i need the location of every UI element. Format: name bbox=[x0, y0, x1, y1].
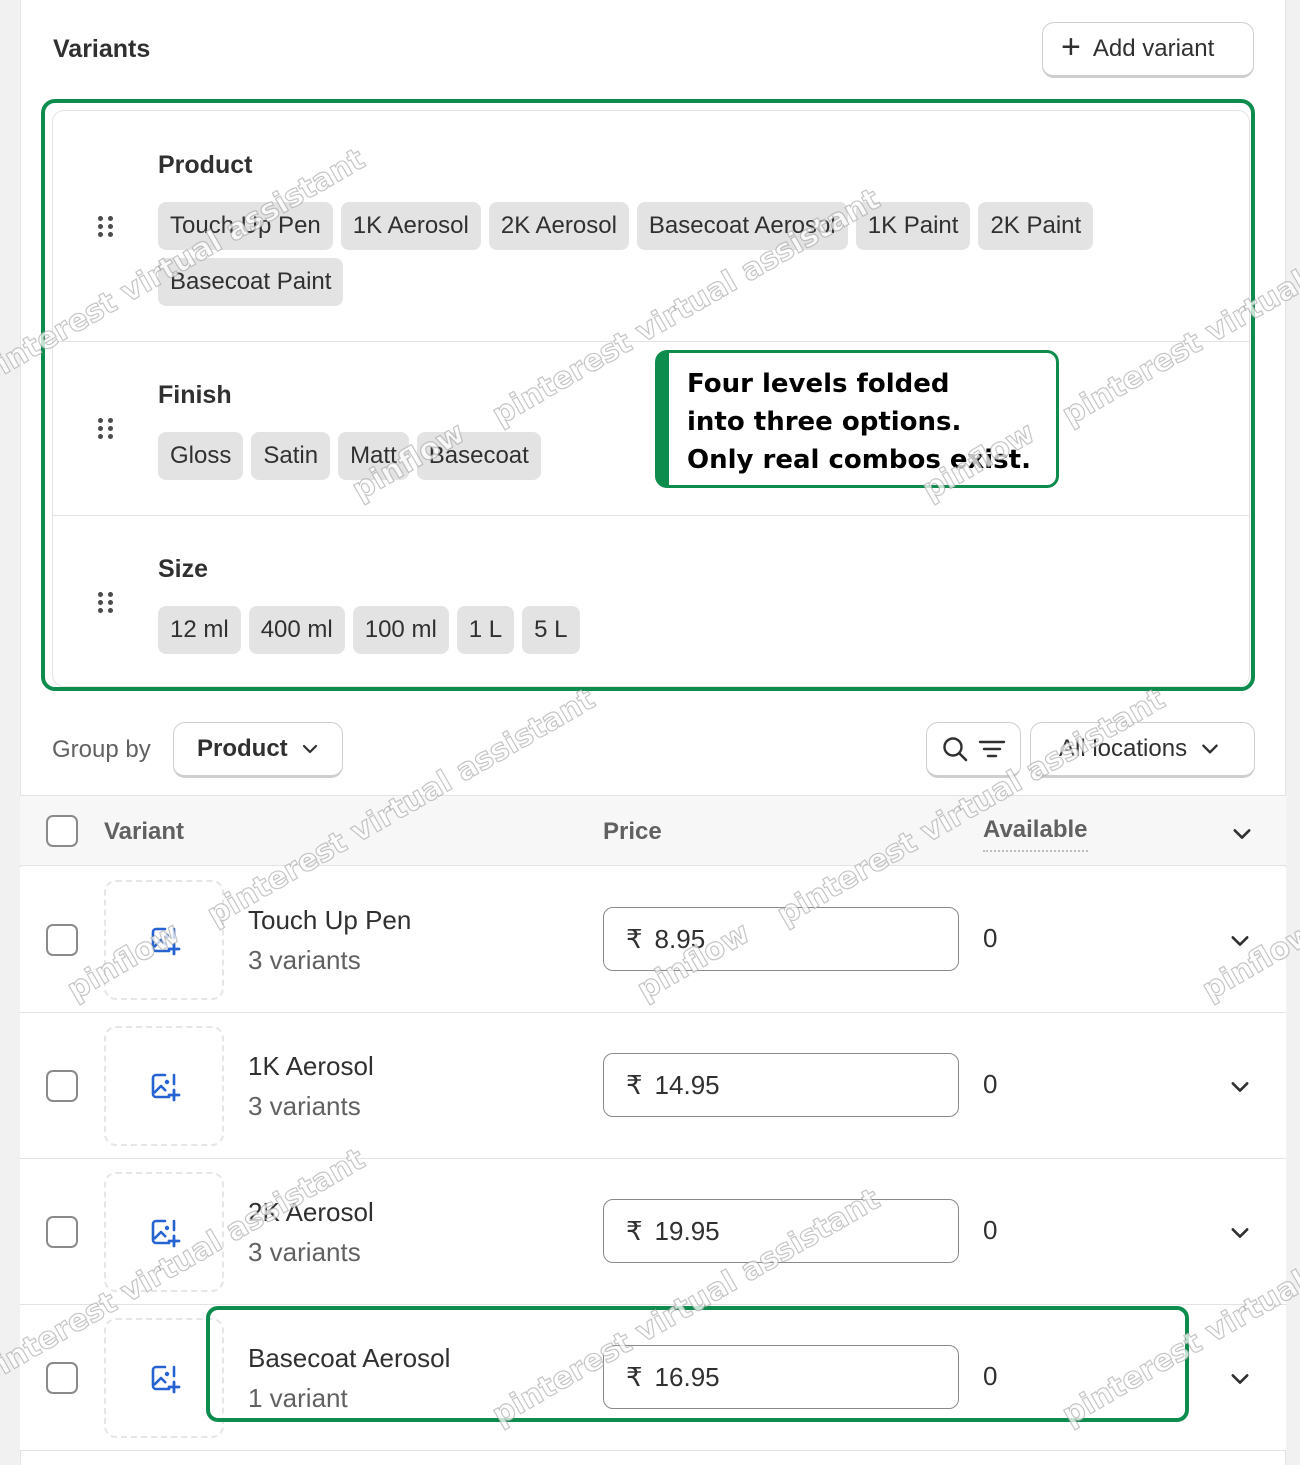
column-header-available[interactable]: Available bbox=[983, 816, 1088, 852]
select-all-checkbox[interactable] bbox=[46, 815, 78, 847]
options-highlight-frame bbox=[41, 99, 1255, 691]
add-image-icon bbox=[151, 927, 181, 956]
table-header: Variant Price Available bbox=[20, 795, 1286, 866]
add-image-icon bbox=[151, 1219, 181, 1248]
callout-line: Four levels folded bbox=[687, 369, 950, 399]
price-input[interactable]: ₹19.95 bbox=[603, 1199, 959, 1263]
price-value: 8.95 bbox=[654, 923, 706, 954]
column-header-price: Price bbox=[603, 818, 662, 845]
chevron-down-icon[interactable] bbox=[1228, 1075, 1252, 1099]
chevron-down-icon bbox=[1202, 744, 1218, 754]
column-header-variant: Variant bbox=[104, 818, 185, 845]
add-image-placeholder[interactable] bbox=[104, 1172, 224, 1292]
group-by-value: Product bbox=[197, 735, 288, 762]
row-variant-count: 3 variants bbox=[248, 1237, 361, 1267]
row-checkbox[interactable] bbox=[46, 1362, 78, 1394]
callout-line: into three options. bbox=[687, 407, 962, 437]
annotation-callout: Four levels folded into three options. O… bbox=[655, 350, 1059, 488]
group-by-select[interactable]: Product bbox=[173, 722, 343, 778]
currency-symbol: ₹ bbox=[626, 1069, 643, 1100]
add-variant-button[interactable]: + Add variant bbox=[1042, 22, 1254, 78]
locations-label: All locations bbox=[1059, 735, 1188, 762]
chevron-down-icon bbox=[302, 744, 317, 754]
row-highlight-frame bbox=[206, 1306, 1189, 1422]
row-product-name: 1K Aerosol bbox=[248, 1051, 374, 1081]
table-row[interactable]: 2K Aerosol 3 variants ₹19.95 0 bbox=[20, 1159, 1286, 1305]
filter-icon bbox=[978, 740, 1006, 758]
group-by-label: Group by bbox=[52, 736, 151, 763]
callout-line: Only real combos exist. bbox=[687, 445, 1031, 475]
row-variant-count: 3 variants bbox=[248, 945, 361, 975]
row-checkbox[interactable] bbox=[46, 924, 78, 956]
currency-symbol: ₹ bbox=[626, 1215, 643, 1246]
available-quantity: 0 bbox=[983, 1215, 998, 1245]
row-product-name: 2K Aerosol bbox=[248, 1197, 374, 1227]
add-variant-label: Add variant bbox=[1092, 35, 1215, 62]
currency-symbol: ₹ bbox=[626, 923, 643, 954]
row-product-name: Touch Up Pen bbox=[248, 905, 412, 935]
chevron-down-icon[interactable] bbox=[1228, 1367, 1252, 1391]
price-value: 19.95 bbox=[654, 1215, 720, 1246]
row-variant-count: 3 variants bbox=[248, 1091, 361, 1121]
chevron-down-icon[interactable] bbox=[1230, 822, 1254, 846]
price-value: 14.95 bbox=[654, 1069, 720, 1100]
add-image-icon bbox=[151, 1073, 181, 1102]
chevron-down-icon[interactable] bbox=[1228, 1221, 1252, 1245]
table-row[interactable]: Touch Up Pen 3 variants ₹8.95 0 bbox=[20, 867, 1286, 1013]
search-icon bbox=[943, 737, 968, 762]
locations-select[interactable]: All locations bbox=[1030, 722, 1255, 778]
row-checkbox[interactable] bbox=[46, 1216, 78, 1248]
plus-icon: + bbox=[1061, 28, 1081, 66]
available-quantity: 0 bbox=[983, 923, 998, 953]
available-quantity: 0 bbox=[983, 1069, 998, 1099]
chevron-down-icon[interactable] bbox=[1228, 929, 1252, 953]
card-title: Variants bbox=[53, 35, 151, 63]
add-image-icon bbox=[151, 1365, 181, 1394]
add-image-placeholder[interactable] bbox=[104, 1026, 224, 1146]
search-filter-button[interactable] bbox=[926, 722, 1021, 778]
price-input[interactable]: ₹14.95 bbox=[603, 1053, 959, 1117]
row-checkbox[interactable] bbox=[46, 1070, 78, 1102]
add-image-placeholder[interactable] bbox=[104, 880, 224, 1000]
price-input[interactable]: ₹8.95 bbox=[603, 907, 959, 971]
table-row[interactable]: 1K Aerosol 3 variants ₹14.95 0 bbox=[20, 1013, 1286, 1159]
